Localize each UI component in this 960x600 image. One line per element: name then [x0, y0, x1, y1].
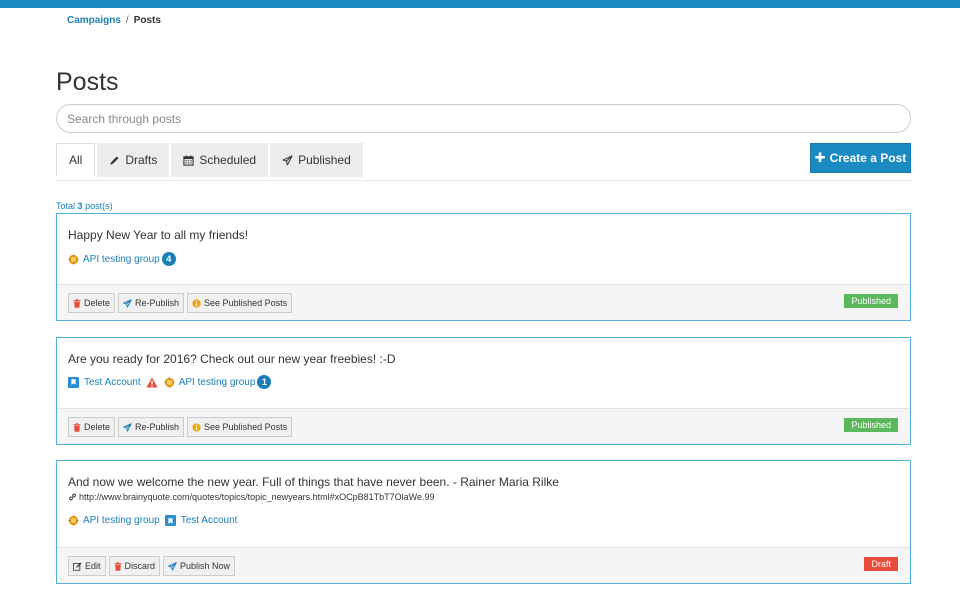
- post-card-footer: Delete Re-Publish See Published Posts Pu…: [57, 284, 910, 320]
- warning-icon: [146, 377, 158, 387]
- breadcrumb-separator: /: [125, 15, 129, 26]
- post-card: And now we welcome the new year. Full of…: [56, 460, 911, 584]
- post-card-footer: Delete Re-Publish See Published Posts Pu…: [57, 408, 910, 444]
- info-icon: [192, 422, 201, 432]
- account-name: API testing group: [83, 515, 160, 526]
- post-link-url: http://www.brainyquote.com/quotes/topics…: [79, 492, 435, 502]
- paper-plane-icon: [168, 561, 177, 571]
- tab-published[interactable]: Published: [270, 143, 363, 177]
- info-icon: [192, 298, 201, 308]
- account-api-testing-group[interactable]: API testing group: [68, 515, 160, 526]
- tabs-divider: [56, 180, 911, 181]
- post-text: Are you ready for 2016? Check out our ne…: [68, 352, 396, 366]
- account-name: API testing group: [83, 253, 160, 265]
- tab-drafts-label: Drafts: [125, 153, 158, 167]
- status-badge: Published: [844, 418, 898, 432]
- account-name: Test Account: [180, 515, 238, 526]
- breadcrumb: Campaigns / Posts: [67, 15, 161, 26]
- account-test-account[interactable]: Test Account: [68, 376, 141, 388]
- account-name: API testing group: [178, 376, 256, 388]
- see-published-posts-button[interactable]: See Published Posts: [187, 293, 293, 313]
- create-post-label: Create a Post: [829, 151, 907, 165]
- post-accounts: Test Account API testing group 1: [68, 375, 276, 389]
- status-badge: Draft: [864, 557, 898, 571]
- publish-now-button[interactable]: Publish Now: [163, 556, 236, 576]
- post-actions: Delete Re-Publish See Published Posts: [68, 417, 295, 437]
- post-actions: Delete Re-Publish See Published Posts: [68, 293, 295, 313]
- pencil-icon: [109, 155, 120, 166]
- edit-icon: [73, 562, 82, 571]
- published-count-badge: 1: [257, 375, 272, 389]
- create-post-button[interactable]: ✚ Create a Post: [810, 143, 911, 173]
- see-published-posts-button[interactable]: See Published Posts: [187, 417, 293, 437]
- post-count-number: 3: [77, 201, 83, 211]
- status-badge: Published: [844, 294, 898, 308]
- group-icon: [68, 254, 79, 264]
- delete-button[interactable]: Delete: [68, 417, 116, 437]
- paper-plane-icon: [282, 154, 293, 166]
- post-count: Total 3 post(s): [56, 201, 113, 211]
- post-filter-tabs: All Drafts Scheduled Published: [56, 143, 365, 177]
- paper-plane-icon: [123, 298, 132, 308]
- post-card: Are you ready for 2016? Check out our ne…: [56, 337, 911, 445]
- tab-scheduled-label: Scheduled: [199, 153, 257, 167]
- account-api-testing-group[interactable]: API testing group 1: [164, 375, 272, 389]
- post-card-footer: Edit Discard Publish Now Draft: [57, 547, 910, 583]
- tab-published-label: Published: [298, 153, 351, 167]
- tab-scheduled[interactable]: Scheduled: [171, 143, 269, 177]
- group-icon: [164, 377, 175, 387]
- tab-all[interactable]: All: [56, 143, 96, 177]
- breadcrumb-current: Posts: [133, 15, 161, 26]
- edit-button[interactable]: Edit: [68, 556, 106, 576]
- top-bar: [0, 0, 960, 8]
- calendar-icon: [183, 155, 194, 166]
- discard-button[interactable]: Discard: [108, 556, 161, 576]
- account-api-testing-group[interactable]: API testing group 4: [68, 252, 176, 266]
- link-icon: [69, 493, 76, 501]
- re-publish-button[interactable]: Re-Publish: [118, 417, 185, 437]
- page-icon: [68, 376, 79, 388]
- trash-icon: [73, 298, 81, 308]
- search-input[interactable]: [56, 104, 911, 133]
- post-link[interactable]: http://www.brainyquote.com/quotes/topics…: [68, 492, 435, 502]
- page-title: Posts: [56, 68, 119, 96]
- group-icon: [68, 515, 79, 526]
- tab-drafts[interactable]: Drafts: [97, 143, 170, 177]
- post-accounts: API testing group Test Account: [68, 515, 242, 526]
- account-test-account[interactable]: Test Account: [164, 515, 238, 526]
- breadcrumb-campaigns-link[interactable]: Campaigns: [67, 15, 121, 26]
- tab-all-label: All: [69, 153, 83, 167]
- post-text: And now we welcome the new year. Full of…: [68, 475, 559, 489]
- trash-icon: [114, 561, 122, 571]
- account-name: Test Account: [84, 376, 141, 388]
- delete-button[interactable]: Delete: [68, 293, 116, 313]
- post-accounts: API testing group 4: [68, 252, 181, 266]
- page-icon: [164, 515, 176, 526]
- post-actions: Edit Discard Publish Now: [68, 556, 238, 576]
- trash-icon: [73, 422, 81, 432]
- re-publish-button[interactable]: Re-Publish: [118, 293, 185, 313]
- post-card: Happy New Year to all my friends! API te…: [56, 213, 911, 321]
- paper-plane-icon: [123, 422, 132, 432]
- published-count-badge: 4: [161, 252, 176, 266]
- post-text: Happy New Year to all my friends!: [68, 228, 249, 242]
- plus-icon: ✚: [814, 150, 826, 165]
